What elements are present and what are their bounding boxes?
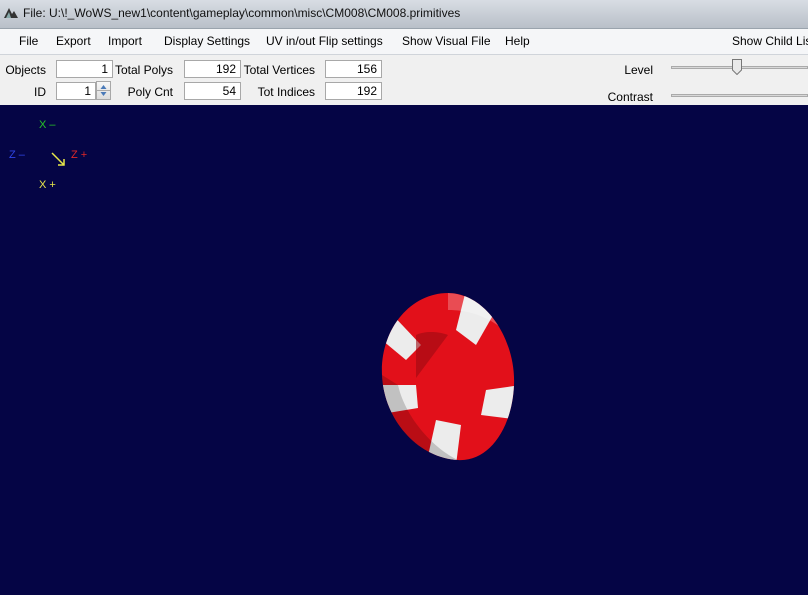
axis-label-x-minus: X – bbox=[39, 119, 56, 131]
level-slider-thumb[interactable] bbox=[731, 59, 742, 75]
total-vertices-label: Total Vertices bbox=[243, 63, 315, 77]
tot-indices-field[interactable]: 192 bbox=[325, 82, 382, 100]
axis-label-z-minus: Z – bbox=[9, 149, 25, 161]
axis-label-z-plus: Z + bbox=[71, 149, 88, 161]
app-icon bbox=[4, 8, 18, 18]
axis-label-x-plus: X + bbox=[39, 179, 56, 191]
poly-cnt-field[interactable]: 54 bbox=[184, 82, 241, 100]
menu-file[interactable]: File bbox=[19, 34, 38, 48]
window-title: File: U:\!_WoWS_new1\content\gameplay\co… bbox=[23, 6, 461, 20]
contrast-label: Contrast bbox=[607, 90, 653, 104]
id-field[interactable]: 1 bbox=[56, 82, 96, 100]
menu-help[interactable]: Help bbox=[505, 34, 530, 48]
menu-export[interactable]: Export bbox=[56, 34, 91, 48]
id-label: ID bbox=[34, 85, 46, 99]
total-vertices-field[interactable]: 156 bbox=[325, 60, 382, 78]
poly-cnt-label: Poly Cnt bbox=[127, 85, 173, 99]
menu-bar: File Export Import Display Settings UV i… bbox=[0, 29, 808, 55]
axis-direction-arrow-icon bbox=[51, 152, 65, 166]
3d-viewport[interactable]: X – Z – Z + X + bbox=[0, 105, 808, 595]
stats-toolbar: Objects 1 ID 1 Total Polys 192 Poly Cnt … bbox=[0, 55, 808, 105]
level-label: Level bbox=[624, 63, 653, 77]
menu-import[interactable]: Import bbox=[108, 34, 142, 48]
menu-show-child-list[interactable]: Show Child Lis bbox=[732, 34, 808, 48]
menu-uv-flip-settings[interactable]: UV in/out Flip settings bbox=[266, 34, 383, 48]
life-ring-model bbox=[381, 293, 515, 461]
title-bar: File: U:\!_WoWS_new1\content\gameplay\co… bbox=[0, 0, 808, 29]
id-spinner[interactable] bbox=[96, 81, 111, 100]
spinner-arrows-icon bbox=[97, 85, 110, 96]
tot-indices-label: Tot Indices bbox=[257, 85, 315, 99]
objects-field[interactable]: 1 bbox=[56, 60, 113, 78]
contrast-slider-track[interactable] bbox=[671, 94, 808, 97]
menu-display-settings[interactable]: Display Settings bbox=[164, 34, 250, 48]
total-polys-label: Total Polys bbox=[114, 63, 173, 77]
menu-show-visual-file[interactable]: Show Visual File bbox=[402, 34, 491, 48]
total-polys-field[interactable]: 192 bbox=[184, 60, 241, 78]
objects-label: Objects bbox=[5, 63, 46, 77]
